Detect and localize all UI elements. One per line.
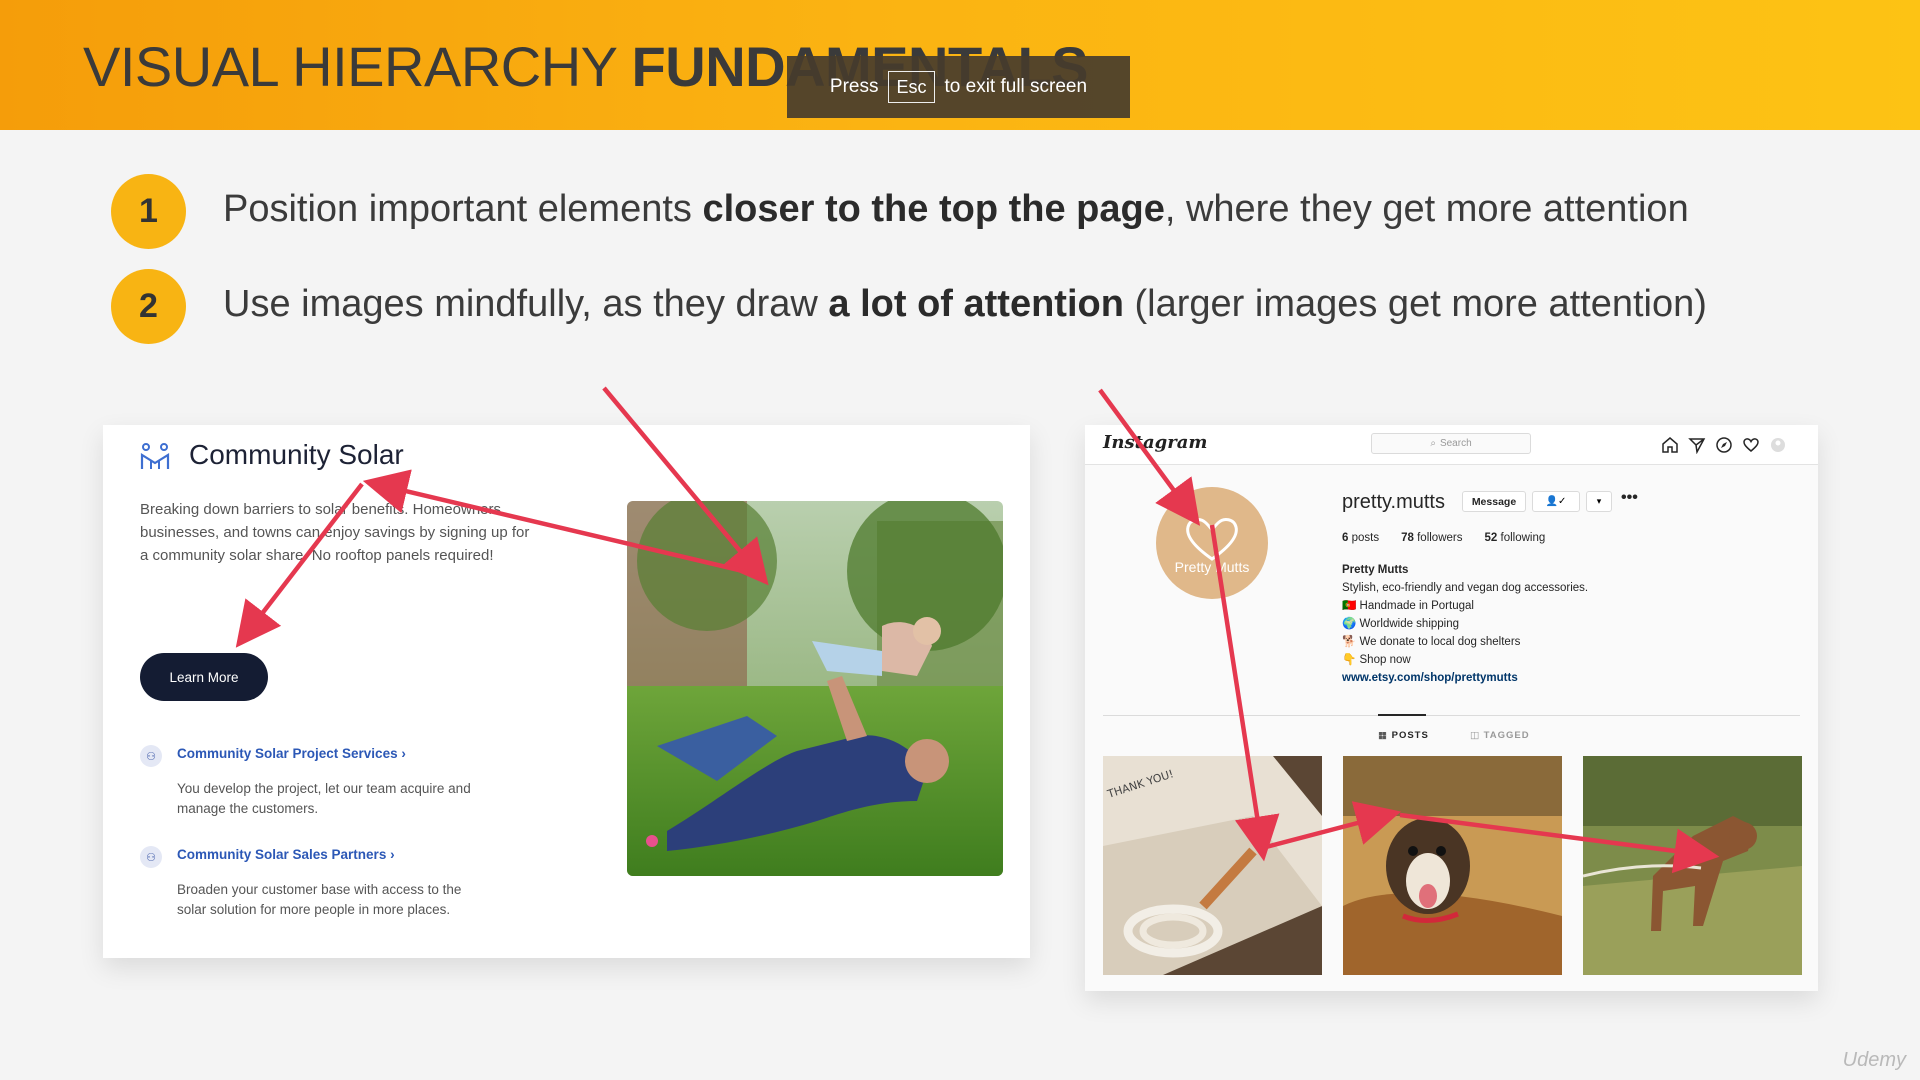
point-text-before: Use images mindfully, as they draw <box>223 283 829 325</box>
suggestions-dropdown-button[interactable]: ▾ <box>1586 491 1612 512</box>
point-text: Position important elements closer to th… <box>223 188 1689 231</box>
point-text-bold: a lot of attention <box>828 283 1124 325</box>
family-park-photo <box>627 501 1003 876</box>
instagram-logo[interactable]: Instagram <box>1103 432 1207 453</box>
search-icon: ⌕ <box>1430 438 1436 449</box>
fullscreen-toast: Press Esc to exit full screen <box>787 56 1130 118</box>
profile-stats: 6 posts 78 followers 52 following <box>1342 532 1545 544</box>
service-description: Broaden your customer base with access t… <box>177 882 462 917</box>
service-description: You develop the project, let our team ac… <box>177 781 471 816</box>
profile-bio: Pretty Mutts Stylish, eco-friendly and v… <box>1342 561 1588 687</box>
profile-avatar-icon[interactable] <box>1768 435 1788 455</box>
direct-message-icon[interactable] <box>1687 435 1707 455</box>
profile-avatar[interactable]: Pretty Mutts <box>1156 487 1268 599</box>
title-normal: VISUAL HIERARCHY <box>83 35 632 98</box>
following-button[interactable]: 👤✓ <box>1532 491 1580 512</box>
bio-name: Pretty Mutts <box>1342 564 1409 576</box>
explore-compass-icon[interactable] <box>1714 435 1734 455</box>
bio-line: 🐕 We donate to local dog shelters <box>1342 636 1521 648</box>
tabs-divider <box>1103 715 1800 716</box>
profile-username: pretty.mutts <box>1342 491 1445 513</box>
user-icon: ⚇ <box>140 745 162 767</box>
bio-line: 🇵🇹 Handmade in Portugal <box>1342 600 1474 612</box>
posts-count: 6 posts <box>1342 532 1380 544</box>
learn-more-button[interactable]: Learn More <box>140 653 268 701</box>
point-2: 2 Use images mindfully, as they draw a l… <box>111 269 1707 344</box>
bio-line: 👇 Shop now <box>1342 654 1411 666</box>
community-solar-card: Community Solar Breaking down barriers t… <box>103 425 1030 958</box>
instagram-profile-card: Instagram ⌕ Search Pretty Mutts pretty.m… <box>1085 425 1818 991</box>
toast-rest: to exit full screen <box>944 76 1088 97</box>
community-solar-logo-icon <box>140 443 170 469</box>
point-text-after: (larger images get more attention) <box>1123 283 1707 325</box>
search-placeholder: Search <box>1439 438 1472 449</box>
home-icon[interactable] <box>1660 435 1680 455</box>
followers-count[interactable]: 78 followers <box>1401 532 1462 544</box>
following-count[interactable]: 52 following <box>1485 532 1546 544</box>
avatar-text: Pretty Mutts <box>1174 559 1250 575</box>
tab-posts[interactable]: ▦ POSTS <box>1378 730 1429 741</box>
point-text-before: Position important elements <box>223 188 703 230</box>
point-number: 2 <box>111 269 186 344</box>
point-text-after: , where they get more attention <box>1164 188 1689 230</box>
point-number: 1 <box>111 174 186 249</box>
bio-line: 🌍 Worldwide shipping <box>1342 618 1460 630</box>
message-button[interactable]: Message <box>1462 491 1526 512</box>
udemy-watermark: Udemy <box>1842 1049 1906 1071</box>
service-link-sales-partners[interactable]: Community Solar Sales Partners › <box>177 847 395 862</box>
point-text: Use images mindfully, as they draw a lot… <box>223 283 1707 326</box>
bio-line: Stylish, eco-friendly and vegan dog acce… <box>1342 582 1589 594</box>
post-thumbnail-thank-you-box[interactable]: THANK YOU! <box>1103 756 1322 975</box>
service-link-project-services[interactable]: Community Solar Project Services › <box>177 746 406 761</box>
point-text-bold: closer to the top the page <box>702 188 1165 230</box>
more-options-icon[interactable]: ••• <box>1621 489 1638 507</box>
esc-key: Esc <box>888 71 935 103</box>
active-tab-indicator <box>1378 714 1426 716</box>
instagram-search-input[interactable]: ⌕ Search <box>1371 433 1531 454</box>
tab-tagged[interactable]: ◫ TAGGED <box>1470 730 1530 741</box>
community-solar-description: Breaking down barriers to solar benefits… <box>140 501 530 564</box>
post-thumbnail-dog-grass[interactable] <box>1583 756 1802 975</box>
user-icon: ⚇ <box>140 846 162 868</box>
community-solar-title: Community Solar <box>189 439 404 470</box>
point-1: 1 Position important elements closer to … <box>111 174 1689 249</box>
post-thumbnail-dog-field[interactable] <box>1343 756 1562 975</box>
heart-icon[interactable] <box>1741 435 1761 455</box>
toast-press: Press <box>829 76 879 97</box>
bio-link[interactable]: www.etsy.com/shop/prettymutts <box>1342 669 1588 687</box>
dog-heart-logo-icon <box>1186 518 1238 561</box>
instagram-top-bar: Instagram ⌕ Search <box>1085 425 1818 465</box>
